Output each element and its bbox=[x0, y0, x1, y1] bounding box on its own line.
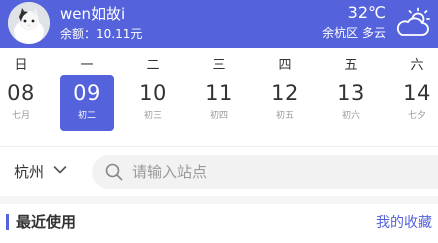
weekday-wed: 三 bbox=[212, 58, 226, 73]
account-balance: 余额：10.11元 bbox=[60, 27, 143, 41]
station-search-bar: 杭州 bbox=[0, 146, 438, 196]
recent-title: 最近使用 bbox=[16, 213, 77, 231]
weather-location: 余杭区 多云 bbox=[322, 26, 386, 40]
my-favorites-link[interactable]: 我的收藏 bbox=[376, 212, 432, 232]
date-cell[interactable]: 14 七夕 bbox=[390, 75, 438, 131]
date-number: 10 bbox=[139, 81, 167, 105]
lunar-date: 初三 bbox=[143, 111, 162, 121]
date-number: 09 bbox=[73, 81, 101, 105]
search-icon bbox=[105, 163, 123, 181]
search-box[interactable] bbox=[92, 155, 438, 189]
chevron-down-icon[interactable] bbox=[53, 165, 67, 175]
weekday-tue: 二 bbox=[146, 58, 160, 73]
weekday-sun: 日 bbox=[14, 58, 28, 73]
date-cell[interactable]: 10 初三 bbox=[126, 75, 180, 131]
city-selector[interactable]: 杭州 bbox=[14, 161, 44, 182]
partly-cloudy-icon bbox=[396, 7, 430, 36]
date-cell-selected[interactable]: 09 初二 bbox=[60, 75, 114, 131]
header-bar: wen如故i 余额：10.11元 32℃ 余杭区 多云 bbox=[0, 0, 438, 48]
weekday-row: 日 一 二 三 四 五 六 bbox=[0, 54, 438, 73]
lunar-date: 初四 bbox=[209, 111, 228, 121]
date-number: 12 bbox=[271, 81, 299, 105]
lunar-date: 初五 bbox=[275, 111, 294, 121]
date-number: 13 bbox=[337, 81, 365, 105]
weekday-fri: 五 bbox=[344, 58, 358, 73]
station-search-input[interactable] bbox=[132, 155, 422, 189]
lunar-date: 初二 bbox=[77, 111, 96, 121]
weekday-mon: 一 bbox=[80, 58, 94, 73]
date-cell[interactable]: 08 七月 bbox=[0, 75, 48, 131]
lunar-date: 七夕 bbox=[407, 111, 426, 121]
weekday-sat: 六 bbox=[410, 58, 424, 73]
weekday-thu: 四 bbox=[278, 58, 292, 73]
section-accent-bar bbox=[6, 214, 9, 230]
lunar-date: 初六 bbox=[341, 111, 360, 121]
lunar-date: 七月 bbox=[11, 111, 30, 121]
date-cell[interactable]: 12 初五 bbox=[258, 75, 312, 131]
date-picker: 日 一 二 三 四 五 六 08 七月 09 初二 10 初三 11 初四 12… bbox=[0, 48, 438, 146]
date-number: 08 bbox=[7, 81, 35, 105]
avatar-cat-icon bbox=[8, 2, 50, 44]
username: wen如故i bbox=[60, 5, 126, 23]
date-cell[interactable]: 11 初四 bbox=[192, 75, 246, 131]
date-cell[interactable]: 13 初六 bbox=[324, 75, 378, 131]
temperature: 32℃ bbox=[347, 3, 386, 22]
date-number: 11 bbox=[205, 81, 233, 105]
section-divider bbox=[0, 196, 438, 204]
recent-section-header: 最近使用 我的收藏 bbox=[0, 204, 438, 243]
date-number: 14 bbox=[403, 81, 431, 105]
avatar[interactable] bbox=[8, 2, 50, 44]
